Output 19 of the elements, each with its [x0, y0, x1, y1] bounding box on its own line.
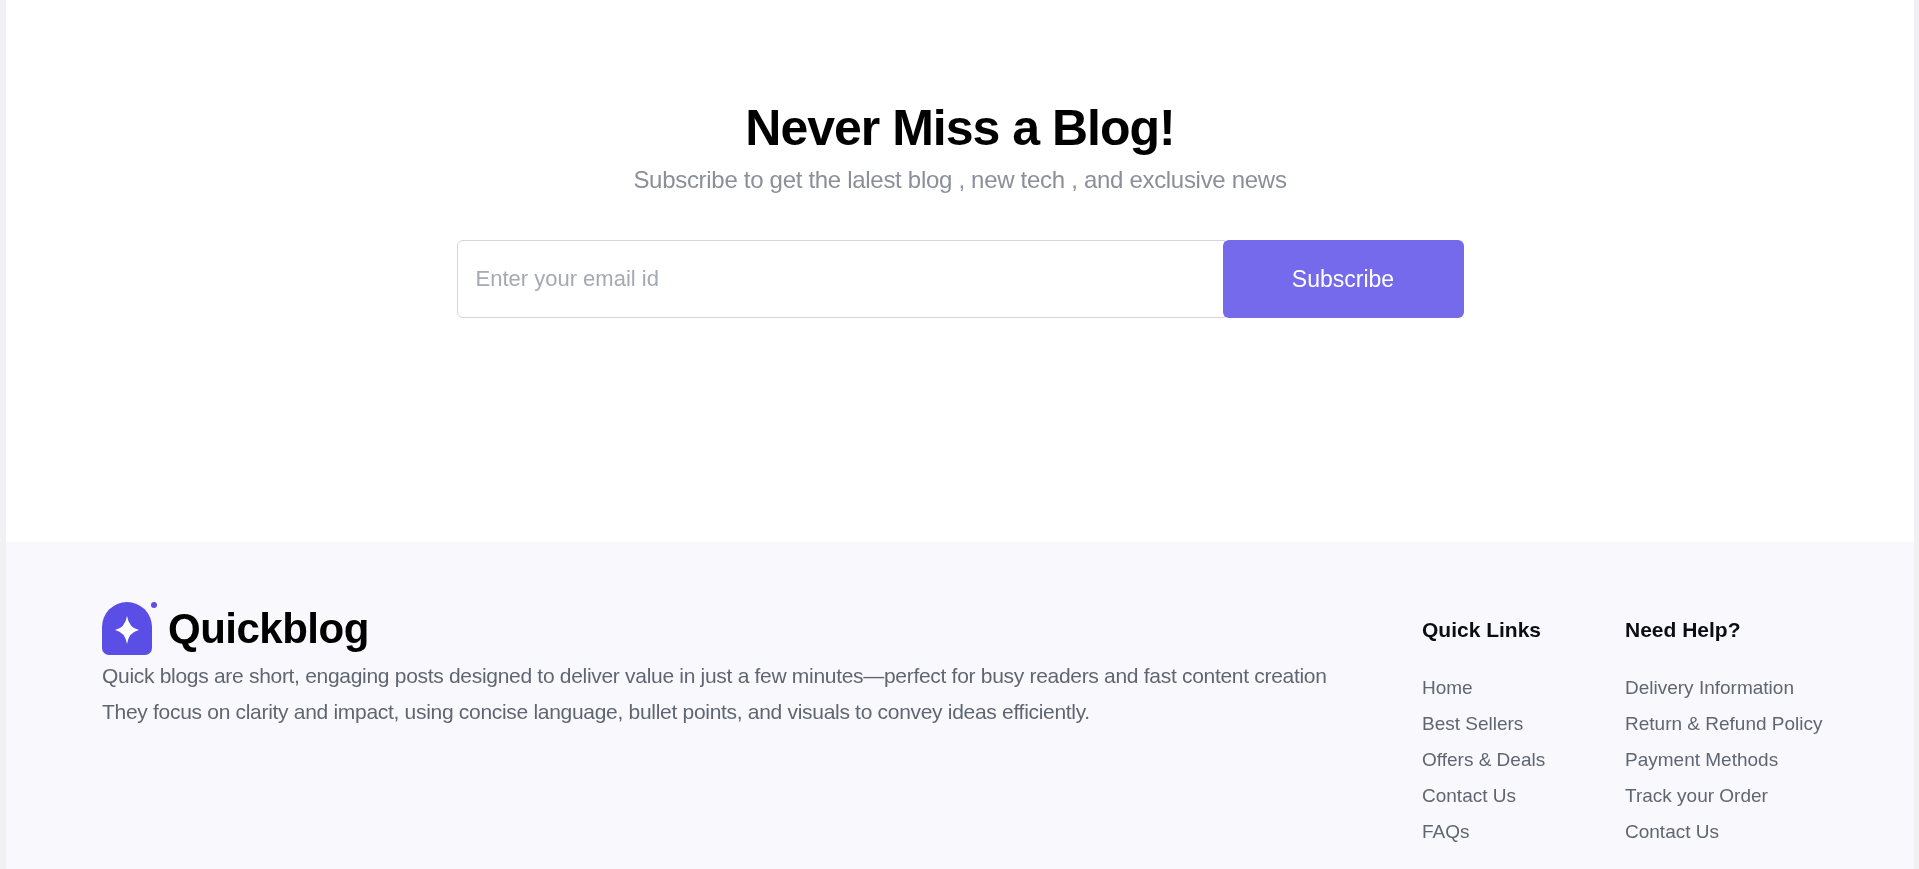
- footer-link[interactable]: Contact Us: [1625, 814, 1828, 850]
- column-title: Quick Links: [1422, 618, 1543, 642]
- subscribe-button[interactable]: Subscribe: [1222, 240, 1464, 318]
- footer-description: Quick blogs are short, engaging posts designed to deliver value in just a few minutes—perfect for busy readers and fast content creation They focus on clarity and impact, using concise language, bullet points, and visuals to convey ideas efficiently.: [102, 663, 1328, 725]
- footer-link[interactable]: Contact Us: [1422, 778, 1625, 814]
- logo-icon: [102, 602, 158, 656]
- footer-link[interactable]: Return & Refund Policy: [1625, 706, 1828, 742]
- email-field[interactable]: Enter your email id: [456, 240, 1225, 318]
- newsletter-title: Never Miss a Blog!: [745, 99, 1175, 158]
- footer-link[interactable]: Home: [1422, 670, 1625, 706]
- footer-link[interactable]: Payment Methods: [1625, 742, 1828, 778]
- column-title: Need Help?: [1625, 618, 1742, 642]
- footer-link[interactable]: Track your Order: [1625, 778, 1828, 814]
- brand-name: Quickblog: [168, 605, 369, 653]
- footer-link[interactable]: Best Sellers: [1422, 706, 1625, 742]
- footer-link[interactable]: FAQs: [1422, 814, 1625, 850]
- footer-link[interactable]: Offers & Deals: [1422, 742, 1625, 778]
- newsletter-subtitle: Subscribe to get the lalest blog , new tech , and exclusive news: [633, 166, 1287, 194]
- footer-link[interactable]: Delivery Information: [1625, 670, 1828, 706]
